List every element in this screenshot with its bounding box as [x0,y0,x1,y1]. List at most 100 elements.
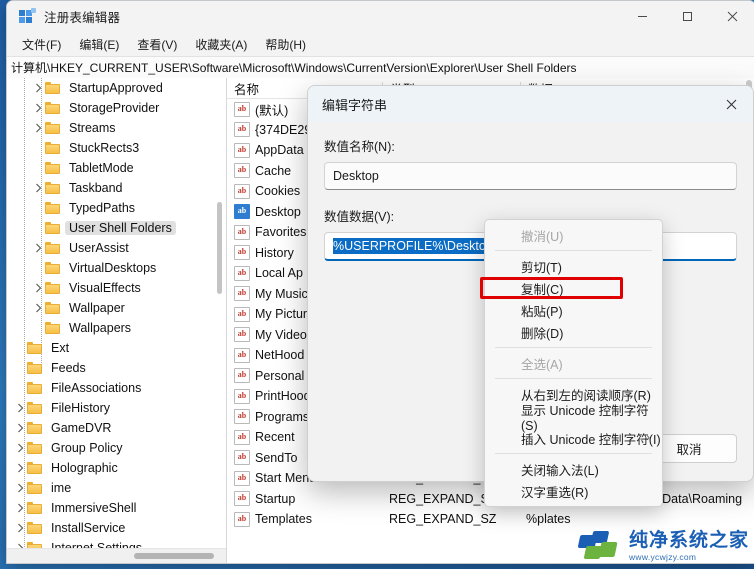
tree-item-fileassociations[interactable]: FileAssociations [7,378,226,398]
tree-item-installservice[interactable]: InstallService [7,518,226,538]
context-menu-item[interactable]: 复制(C) [485,277,662,299]
value-data-text: %USERPROFILE%\Desktop [333,238,493,254]
string-value-icon: ab [234,245,250,261]
string-value-icon: ab [234,347,250,363]
chevron-right-icon[interactable] [13,423,27,433]
tree-item-ime[interactable]: ime [7,478,226,498]
tree-horizontal-scroll-thumb[interactable] [134,553,215,559]
string-value-icon: ab [234,101,250,117]
address-bar[interactable]: 计算机\HKEY_CURRENT_USER\Software\Microsoft… [7,56,754,79]
chevron-right-icon[interactable] [31,83,45,93]
dialog-close-button[interactable] [709,86,753,122]
registry-tree: StartupApproved StorageProvider Streams Stu… [7,78,226,549]
chevron-right-icon[interactable] [13,503,27,513]
folder-icon [45,182,60,194]
tree-item-user-shell-folders[interactable]: User Shell Folders [7,218,226,238]
chevron-right-icon[interactable] [13,403,27,413]
chevron-right-icon[interactable] [31,283,45,293]
close-button[interactable] [710,1,754,32]
menu-file[interactable]: 文件(F) [13,33,70,56]
context-menu-item[interactable]: 关闭输入法(L) [485,458,662,480]
tree-item-virtualdesktops[interactable]: VirtualDesktops [7,258,226,278]
context-menu-item[interactable]: 粘贴(P) [485,299,662,321]
folder-icon [45,82,60,94]
context-menu-item[interactable]: 剪切(T) [485,255,662,277]
value-name-text: Desktop [333,169,379,183]
menu-help[interactable]: 帮助(H) [256,33,315,56]
context-menu-item-label: 撤消(U) [521,229,564,244]
tree-item-typedpaths[interactable]: TypedPaths [7,198,226,218]
folder-icon [45,202,60,214]
tree-vertical-scroll-thumb[interactable] [217,202,222,294]
tree-item-immersiveshell[interactable]: ImmersiveShell [7,498,226,518]
value-type-cell: REG_EXPAND_SZ [389,512,497,527]
tree-item-gamedvr[interactable]: GameDVR [7,418,226,438]
chevron-right-icon[interactable] [13,443,27,453]
folder-icon [45,122,60,134]
tree-vertical-scrollbar[interactable] [213,78,226,549]
string-value-icon: ab [234,204,250,220]
tree-item-label: Group Policy [51,441,123,455]
folder-icon [27,482,42,494]
string-value-icon: ab [234,388,250,404]
string-value-icon: ab [234,306,250,322]
chevron-right-icon[interactable] [13,523,27,533]
tree-item-storageprovider[interactable]: StorageProvider [7,98,226,118]
context-menu-item[interactable]: 删除(D) [485,321,662,343]
tree-item-startupapproved[interactable]: StartupApproved [7,78,226,98]
menu-favorites[interactable]: 收藏夹(A) [186,33,256,56]
folder-icon [45,222,60,234]
chevron-right-icon[interactable] [31,103,45,113]
menu-edit[interactable]: 编辑(E) [70,33,128,56]
string-value-icon: ab [234,429,250,445]
tree-item-userassist[interactable]: UserAssist [7,238,226,258]
tree-item-taskband[interactable]: Taskband [7,178,226,198]
watermark-logo-icon [577,530,623,561]
tree-item-holographic[interactable]: Holographic [7,458,226,478]
string-value-icon: ab [234,265,250,281]
chevron-right-icon[interactable] [13,483,27,493]
context-menu-item-label: 粘贴(P) [521,304,563,319]
context-menu-item-label: 汉字重选(R) [521,485,589,500]
context-menu-item: 撤消(U) [485,224,662,246]
minimize-button[interactable] [620,1,665,32]
tree-item-stuckrects3[interactable]: StuckRects3 [7,138,226,158]
folder-icon [27,342,42,354]
table-row[interactable]: ab Templates REG_EXPAND_SZ %plates [227,509,754,530]
chevron-right-icon[interactable] [31,243,45,253]
maximize-button[interactable] [665,1,710,32]
context-menu-item[interactable]: 汉字重选(R) [485,480,662,502]
tree-item-visualeffects[interactable]: VisualEffects [7,278,226,298]
tree-item-label: TabletMode [69,161,134,175]
context-menu-item-label: 复制(C) [521,282,564,297]
string-value-icon: ab [234,327,250,343]
tree-item-feeds[interactable]: Feeds [7,358,226,378]
tree-item-tabletmode[interactable]: TabletMode [7,158,226,178]
tree-horizontal-scrollbar[interactable] [7,548,226,563]
chevron-right-icon[interactable] [31,183,45,193]
context-menu-separator [495,378,652,379]
registry-editor-window: 注册表编辑器 文件(F) 编辑(E) 查看(V) 收藏夹(A) 帮助(H) 计算… [6,0,754,564]
window-controls [620,1,754,32]
context-menu-item-label: 插入 Unicode 控制字符(I) [521,432,661,447]
tree-item-wallpapers[interactable]: Wallpapers [7,318,226,338]
watermark: 纯净系统之家 www.ycwjzy.com [577,530,749,562]
tree-item-filehistory[interactable]: FileHistory [7,398,226,418]
watermark-text: 纯净系统之家 www.ycwjzy.com [629,531,749,562]
tree-item-ext[interactable]: Ext [7,338,226,358]
menu-view[interactable]: 查看(V) [128,33,186,56]
context-menu: 撤消(U) 剪切(T) 复制(C) 粘贴(P) 删除(D) 全选(A) 从右到左的阅读顺序(… [484,219,663,507]
chevron-right-icon[interactable] [31,303,45,313]
tree-item-label: UserAssist [69,241,129,255]
value-name-input[interactable]: Desktop [324,162,737,190]
tree-item-group-policy[interactable]: Group Policy [7,438,226,458]
context-menu-item[interactable]: 显示 Unicode 控制字符(S) [485,404,662,433]
tree-item-wallpaper[interactable]: Wallpaper [7,298,226,318]
chevron-right-icon[interactable] [31,123,45,133]
value-name-cell: Startup [255,491,296,506]
context-menu-item[interactable]: 插入 Unicode 控制字符(I) › [485,427,662,449]
tree-item-streams[interactable]: Streams [7,118,226,138]
chevron-right-icon[interactable] [13,463,27,473]
string-value-icon: ab [234,163,250,179]
dialog-title-bar: 编辑字符串 [308,86,753,122]
